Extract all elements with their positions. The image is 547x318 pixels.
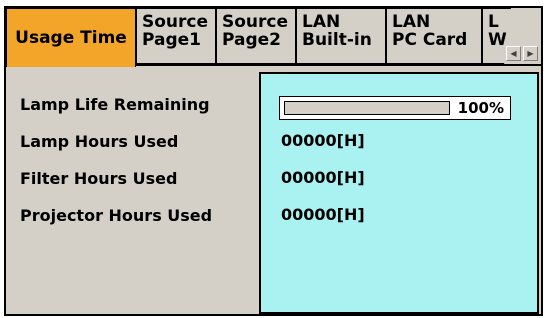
filter-hours-used-label: Filter Hours Used <box>20 169 178 188</box>
filter-hours-used-value: 00000[H] <box>281 168 365 187</box>
lamp-life-remaining-label: Lamp Life Remaining <box>20 95 210 114</box>
scroll-right-icon[interactable]: ▶ <box>523 46 538 61</box>
tab-usage-time[interactable]: Usage Time <box>6 8 136 67</box>
projector-hours-used-value: 00000[H] <box>281 205 365 224</box>
lamp-life-bar-fill <box>284 101 450 115</box>
projector-hours-used-label: Projector Hours Used <box>20 206 213 225</box>
lamp-hours-used-label: Lamp Hours Used <box>20 132 179 151</box>
tab-source-page1[interactable]: Source Page1 <box>136 8 216 64</box>
lamp-life-percent: 100% <box>457 99 504 117</box>
tab-strip: Usage Time Source Page1 Source Page2 LAN… <box>6 8 541 67</box>
lamp-hours-used-value: 00000[H] <box>281 131 365 150</box>
scroll-left-icon[interactable]: ◀ <box>506 46 521 61</box>
tab-lan-pc-card[interactable]: LAN PC Card <box>386 8 482 64</box>
tab-source-page2[interactable]: Source Page2 <box>216 8 296 64</box>
tab-lan-built-in[interactable]: LAN Built-in <box>296 8 386 64</box>
lamp-life-bar: 100% <box>279 96 511 120</box>
tab-divider <box>136 64 541 66</box>
values-panel: 100% 00000[H] 00000[H] 00000[H] <box>259 72 539 314</box>
usage-time-panel: Usage Time Source Page1 Source Page2 LAN… <box>4 6 543 316</box>
